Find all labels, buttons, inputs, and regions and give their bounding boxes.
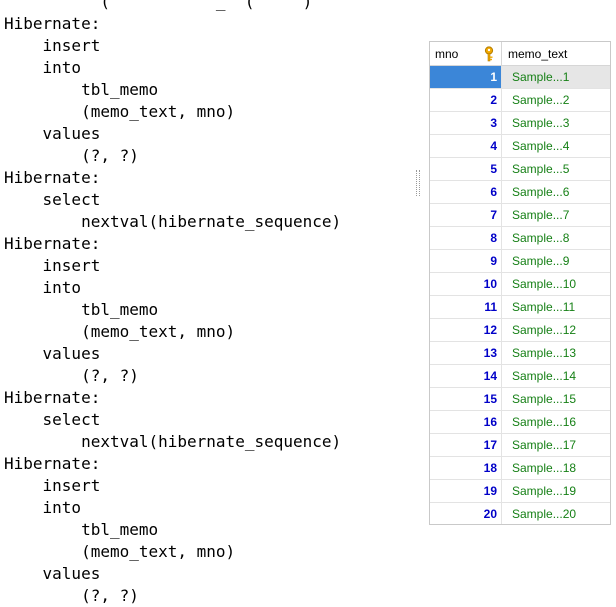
cell-mno[interactable]: 8 [430,227,502,249]
cell-mno[interactable]: 6 [430,181,502,203]
console-line: Hibernate: [4,234,101,253]
console-line: nextval(hibernate_sequence) [4,212,342,231]
console-line: values [4,344,101,363]
cell-memo-text[interactable]: Sample...9 [502,250,610,272]
console-line: Hibernate: [4,388,101,407]
cell-memo-text[interactable]: Sample...12 [502,319,610,341]
cell-memo-text[interactable]: Sample...5 [502,158,610,180]
cell-memo-text[interactable]: Sample...13 [502,342,610,364]
table-row[interactable]: 6 Sample...6 [430,181,610,204]
console-line: (?, ?) [4,366,139,385]
cell-mno[interactable]: 2 [430,89,502,111]
console-line: insert [4,36,101,55]
console-line: Hibernate: [4,14,101,33]
table-row[interactable]: 15 Sample...15 [430,388,610,411]
cell-mno[interactable]: 4 [430,135,502,157]
cell-mno[interactable]: 17 [430,434,502,456]
table-row[interactable]: 18 Sample...18 [430,457,610,480]
cell-mno[interactable]: 14 [430,365,502,387]
cell-mno[interactable]: 18 [430,457,502,479]
table-row[interactable]: 9 Sample...9 [430,250,610,273]
cell-mno[interactable]: 11 [430,296,502,318]
console-line: (memo_text, mno) [4,322,236,341]
cell-mno[interactable]: 12 [430,319,502,341]
cell-memo-text[interactable]: Sample...6 [502,181,610,203]
cell-mno[interactable]: 20 [430,503,502,524]
table-row[interactable]: 3 Sample...3 [430,112,610,135]
cell-memo-text[interactable]: Sample...1 [502,66,610,88]
cell-memo-text[interactable]: Sample...11 [502,296,610,318]
cell-memo-text[interactable]: Sample...10 [502,273,610,295]
cell-memo-text[interactable]: Sample...14 [502,365,610,387]
console-line: insert [4,256,101,275]
table-row[interactable]: 20 Sample...20 [430,503,610,524]
cell-memo-text[interactable]: Sample...18 [502,457,610,479]
cell-mno[interactable]: 13 [430,342,502,364]
table-row[interactable]: 4 Sample...4 [430,135,610,158]
cell-memo-text[interactable]: Sample...17 [502,434,610,456]
cell-mno[interactable]: 10 [430,273,502,295]
table-row[interactable]: 2 Sample...2 [430,89,610,112]
cell-memo-text[interactable]: Sample...3 [502,112,610,134]
console-line: (memo_text, mno) [4,542,236,561]
cell-memo-text[interactable]: Sample...4 [502,135,610,157]
console-output: ( _ ( ) Hibernate: insert into tbl_memo … [4,0,414,607]
column-header-label: mno [435,46,459,61]
cell-memo-text[interactable]: Sample...19 [502,480,610,502]
cell-memo-text[interactable]: Sample...16 [502,411,610,433]
table-row[interactable]: 7 Sample...7 [430,204,610,227]
table-row[interactable]: 5 Sample...5 [430,158,610,181]
console-line: nextval(hibernate_sequence) [4,432,342,451]
console-line: tbl_memo [4,520,159,539]
cell-memo-text[interactable]: Sample...8 [502,227,610,249]
primary-key-icon [483,45,495,62]
grid-body: 1 Sample...1 2 Sample...2 3 Sample...3 4 Sample… [430,66,610,524]
cell-memo-text[interactable]: Sample...2 [502,89,610,111]
console-line: (memo_text, mno) [4,102,236,121]
console-line: into [4,58,82,77]
cell-mno[interactable]: 16 [430,411,502,433]
column-header-mno[interactable]: mno [430,42,502,65]
cell-mno[interactable]: 19 [430,480,502,502]
cell-mno[interactable]: 1 [430,66,502,88]
table-row[interactable]: 14 Sample...14 [430,365,610,388]
console-line: (?, ?) [4,146,139,165]
console-line: values [4,124,101,143]
table-row[interactable]: 11 Sample...11 [430,296,610,319]
table-row[interactable]: 13 Sample...13 [430,342,610,365]
console-line: into [4,498,82,517]
table-row[interactable]: 12 Sample...12 [430,319,610,342]
table-row[interactable]: 17 Sample...17 [430,434,610,457]
cell-mno[interactable]: 3 [430,112,502,134]
cell-mno[interactable]: 15 [430,388,502,410]
table-row[interactable]: 16 Sample...16 [430,411,610,434]
cell-memo-text[interactable]: Sample...15 [502,388,610,410]
cell-mno[interactable]: 7 [430,204,502,226]
column-header-memo-text[interactable]: memo_text [502,42,610,65]
table-row[interactable]: 10 Sample...10 [430,273,610,296]
splitter-handle[interactable] [416,170,420,196]
cell-mno[interactable]: 9 [430,250,502,272]
console-line: insert [4,476,101,495]
console-line: select [4,410,101,429]
table-row[interactable]: 19 Sample...19 [430,480,610,503]
console-line-clipped: ( _ ( ) [4,0,313,11]
table-row[interactable]: 8 Sample...8 [430,227,610,250]
console-line: Hibernate: [4,168,101,187]
console-line: values [4,564,101,583]
cell-mno[interactable]: 5 [430,158,502,180]
grid-header: mno memo_text [430,42,610,66]
cell-memo-text[interactable]: Sample...7 [502,204,610,226]
console-line: Hibernate: [4,454,101,473]
result-grid[interactable]: mno memo_text 1 Sample...1 2 Sample...2 3 Sam… [429,41,611,525]
console-line: (?, ?) [4,586,139,605]
console-line: tbl_memo [4,80,159,99]
cell-memo-text[interactable]: Sample...20 [502,503,610,524]
console-line: tbl_memo [4,300,159,319]
table-row[interactable]: 1 Sample...1 [430,66,610,89]
console-line: into [4,278,82,297]
console-line: select [4,190,101,209]
